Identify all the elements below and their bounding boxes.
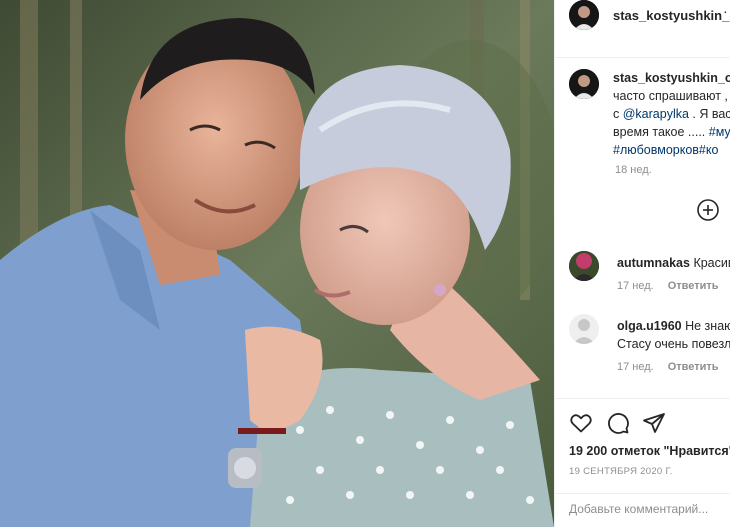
- comment-username[interactable]: olga.u1960: [617, 319, 682, 333]
- comment-time: 17 нед.: [617, 280, 654, 292]
- caption-line-2: с @karapylka . Я вас: [613, 107, 730, 121]
- author-avatar[interactable]: [569, 0, 599, 30]
- caption-line-1: часто спрашивают ,: [613, 89, 728, 103]
- caption-time[interactable]: 18 нед.: [615, 164, 652, 176]
- hashtag-link[interactable]: #му: [709, 125, 730, 139]
- commenter-avatar[interactable]: [569, 251, 599, 281]
- caption-username[interactable]: stas_kostyushkin_of: [613, 71, 730, 85]
- mention-link[interactable]: @karapylka: [623, 107, 689, 121]
- comment-input[interactable]: [569, 502, 729, 516]
- likes-count[interactable]: 19 200 отметок "Нравится": [569, 444, 730, 458]
- share-icon[interactable]: [642, 411, 666, 435]
- more-dots-icon[interactable]: ·: [723, 3, 728, 19]
- reply-button[interactable]: Ответить: [668, 280, 719, 292]
- caption-line-4: #любовморков#ко: [613, 141, 730, 159]
- comment-username[interactable]: autumnakas: [617, 256, 690, 270]
- post-sidebar: stas_kostyushkin_o · stas_kostyushkin_of…: [554, 0, 730, 527]
- caption-line-3: время такое ..... #му: [613, 125, 730, 139]
- hashtag-link[interactable]: #любовморков#ко: [613, 143, 718, 157]
- plus-circle-icon[interactable]: [696, 198, 720, 222]
- post-photo[interactable]: [0, 0, 554, 527]
- comment-meta: 17 нед. Ответить: [617, 361, 719, 373]
- comment-text: autumnakas Красив: [617, 256, 730, 270]
- caption-text: stas_kostyushkin_of часто спрашивают , с…: [613, 69, 730, 159]
- reply-button[interactable]: Ответить: [668, 361, 719, 373]
- caption-avatar[interactable]: [569, 69, 599, 99]
- add-comment-bar: [555, 493, 730, 527]
- post-actions: 19 200 отметок "Нравится" 19 СЕНТЯБРЯ 20…: [555, 398, 730, 492]
- comment-meta: 17 нед. Ответить: [617, 280, 719, 292]
- commenter-avatar[interactable]: [569, 314, 599, 344]
- post-date: 19 СЕНТЯБРЯ 2020 Г.: [569, 466, 673, 477]
- author-username[interactable]: stas_kostyushkin_o: [613, 8, 730, 23]
- heart-icon[interactable]: [569, 411, 593, 435]
- comment-text: olga.u1960 Не знаю Стасу очень повезл: [617, 319, 730, 351]
- post-header: stas_kostyushkin_o ·: [555, 0, 730, 58]
- comment-icon[interactable]: [606, 411, 630, 435]
- comment-time: 17 нед.: [617, 361, 654, 373]
